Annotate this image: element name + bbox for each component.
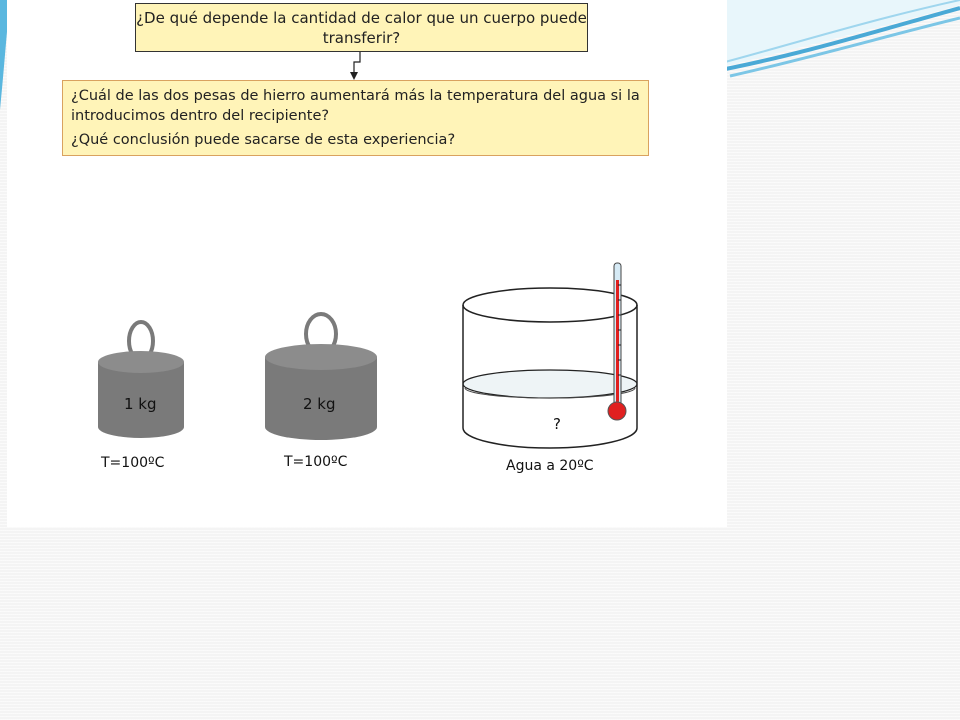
- water-label: Agua a 20ºC: [506, 458, 594, 474]
- water-container: [462, 287, 638, 449]
- water-temperature-unknown: ?: [553, 415, 561, 433]
- weight-2-temp-label: T=100ºC: [284, 454, 348, 470]
- weight-1kg: [98, 320, 184, 438]
- weight-1-temp-label: T=100ºC: [101, 455, 165, 471]
- weight-2-mass-label: 2 kg: [303, 395, 336, 413]
- experiment-diagram: [98, 262, 638, 449]
- weight-2kg: [265, 312, 377, 440]
- weight-1-mass-label: 1 kg: [124, 395, 157, 413]
